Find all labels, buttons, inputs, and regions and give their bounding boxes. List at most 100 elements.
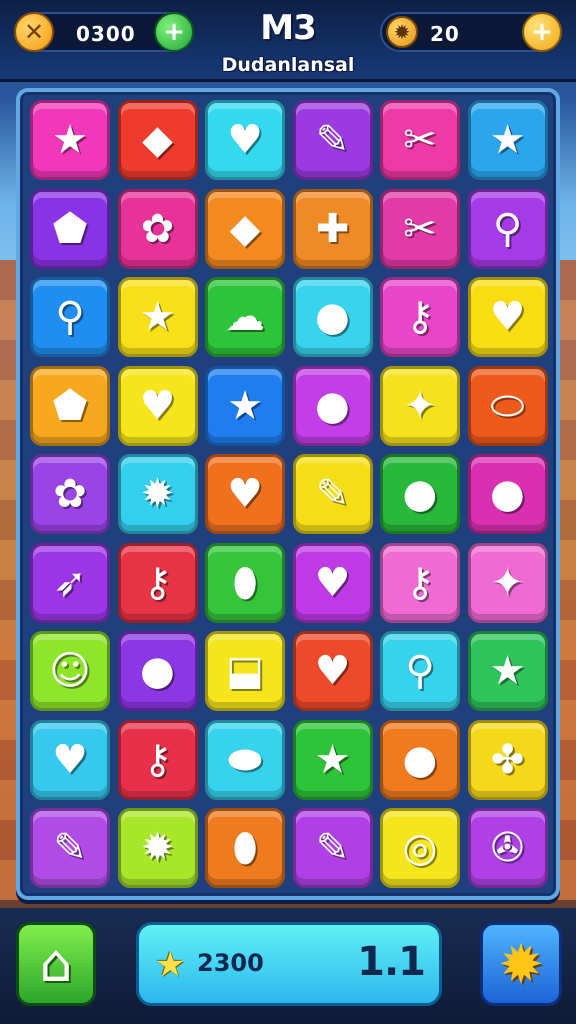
game-logo: M3: [260, 8, 317, 48]
star-icon: ★: [314, 736, 351, 783]
scissors-icon: ✂: [403, 205, 437, 252]
game-tile[interactable]: ✎: [292, 454, 373, 534]
game-tile[interactable]: ⚲: [30, 277, 110, 357]
bow-icon: ➶: [53, 559, 87, 606]
key-icon: ⚷: [142, 736, 173, 783]
game-tile[interactable]: ♥: [292, 542, 373, 623]
gems-value: 20: [430, 22, 460, 46]
heart-icon: ♥: [52, 736, 88, 783]
heart-icon: ♥: [489, 294, 526, 340]
scissors-icon: ✂: [403, 117, 437, 163]
shield-icon: ⬟: [52, 382, 88, 429]
game-tile[interactable]: ⚷: [380, 542, 460, 623]
game-tile[interactable]: ♥: [30, 719, 110, 800]
settings-button[interactable]: ✹: [480, 922, 562, 1006]
add-coins-button[interactable]: +: [154, 12, 194, 52]
game-tile[interactable]: ◆: [117, 100, 198, 180]
starfish-icon: ✦: [403, 382, 437, 429]
game-tile[interactable]: ★: [467, 631, 548, 711]
pencil-icon: ✎: [315, 471, 350, 517]
game-tile[interactable]: ●: [467, 454, 548, 534]
gear-icon: ✿: [53, 471, 87, 517]
star-icon: ★: [155, 945, 186, 985]
pin-icon: ●: [490, 471, 525, 517]
game-tile[interactable]: ✎: [292, 100, 373, 180]
game-tile[interactable]: ⚲: [467, 188, 548, 269]
game-tile[interactable]: ⚷: [117, 542, 198, 623]
game-tile[interactable]: ✿: [117, 188, 198, 269]
game-tile[interactable]: ●: [380, 719, 460, 800]
game-subtitle: Dudanlansal: [221, 54, 355, 76]
game-tile[interactable]: ★: [292, 719, 373, 800]
game-tile[interactable]: ♥: [467, 277, 548, 357]
heart-icon: ♥: [139, 382, 176, 429]
game-tile[interactable]: ✂: [380, 188, 460, 269]
key-icon: ⚷: [405, 559, 435, 606]
top-bar: ✕ 0300 + M3 Dudanlansal ✹ 20 +: [0, 0, 576, 82]
game-tile[interactable]: ⬓: [205, 631, 285, 711]
coins-counter: ✕ 0300 +: [14, 12, 194, 52]
gear-icon: ✿: [140, 205, 175, 252]
game-tile[interactable]: ●: [292, 277, 373, 357]
game-tile[interactable]: ✎: [30, 808, 110, 888]
game-tile[interactable]: ⚷: [117, 719, 198, 800]
game-tile[interactable]: ✇: [467, 808, 548, 888]
game-tile[interactable]: ⬬: [205, 719, 285, 800]
balloon-icon: ●: [140, 648, 175, 694]
bandage-icon: ◆: [142, 117, 173, 163]
game-tile[interactable]: ♥: [205, 454, 285, 534]
pencil-icon: ✎: [315, 825, 350, 871]
game-tile[interactable]: ✎: [292, 808, 373, 888]
key-icon: ⚷: [142, 559, 173, 606]
smiley-icon: ☺: [49, 648, 91, 694]
home-button[interactable]: ⌂: [16, 922, 96, 1006]
home-icon: ⌂: [39, 934, 73, 994]
game-tile[interactable]: ♥: [205, 100, 285, 180]
game-tile[interactable]: ✹: [117, 808, 198, 888]
heart-icon: ♥: [314, 559, 351, 606]
game-tile[interactable]: ⬮: [205, 542, 285, 623]
game-tile[interactable]: ★: [30, 100, 110, 180]
game-tile[interactable]: ⬮: [205, 808, 285, 888]
game-tile[interactable]: ★: [467, 100, 548, 180]
game-tile[interactable]: ◆: [205, 188, 285, 269]
game-tile[interactable]: ⬟: [30, 188, 110, 269]
game-tile[interactable]: ●: [380, 454, 460, 534]
game-tile[interactable]: ✿: [30, 454, 110, 534]
tube-icon: ⬭: [490, 382, 525, 429]
game-tile[interactable]: ★: [117, 277, 198, 357]
add-gems-button[interactable]: +: [522, 12, 562, 52]
game-tile[interactable]: ☺: [30, 631, 110, 711]
magnifier-icon: ⚲: [405, 648, 435, 694]
magnifier-icon: ⚲: [55, 294, 85, 340]
balloon-icon: ●: [315, 382, 350, 429]
game-tile[interactable]: ✦: [467, 542, 548, 623]
star-icon: ✦: [490, 559, 525, 606]
key-icon: ⚲: [492, 205, 523, 252]
game-tile[interactable]: ✦: [380, 365, 460, 446]
game-tile[interactable]: ♥: [117, 365, 198, 446]
key-icon: ⚷: [405, 294, 435, 340]
game-tile[interactable]: ◎: [380, 808, 460, 888]
game-tile[interactable]: ✚: [292, 188, 373, 269]
score-value: 2300: [197, 949, 264, 977]
game-tile[interactable]: ●: [292, 365, 373, 446]
star-icon: ★: [227, 382, 263, 429]
game-tile[interactable]: ➶: [30, 542, 110, 623]
balloon-icon: ●: [402, 736, 438, 783]
game-tile[interactable]: ✤: [467, 719, 548, 800]
game-tile[interactable]: ★: [205, 365, 285, 446]
game-tile[interactable]: ⬭: [467, 365, 548, 446]
game-tile[interactable]: ✹: [117, 454, 198, 534]
game-tile[interactable]: ⚲: [380, 631, 460, 711]
star-icon: ★: [489, 648, 526, 694]
rocket-icon: ⬮: [232, 559, 258, 606]
game-tile[interactable]: ⬟: [30, 365, 110, 446]
game-tile[interactable]: ⚷: [380, 277, 460, 357]
heart-icon: ♥: [227, 117, 263, 163]
game-tile[interactable]: ●: [117, 631, 198, 711]
game-tile[interactable]: ☁: [205, 277, 285, 357]
game-tile[interactable]: ♥: [292, 631, 373, 711]
game-tile[interactable]: ✂: [380, 100, 460, 180]
heart-icon: ♥: [227, 471, 263, 517]
